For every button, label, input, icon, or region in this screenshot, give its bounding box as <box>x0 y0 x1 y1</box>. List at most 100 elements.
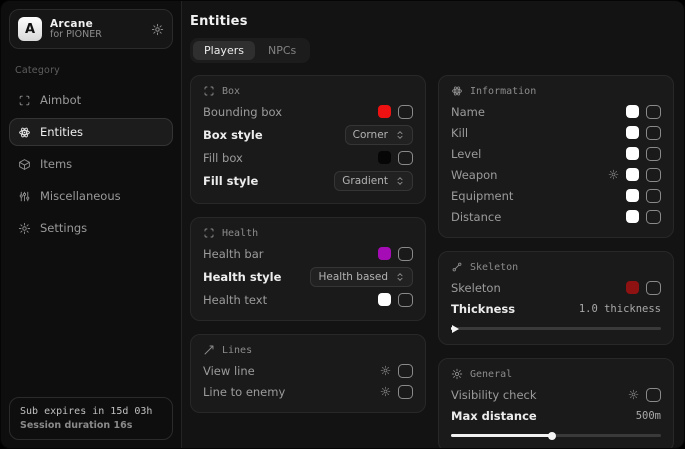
toggle-row-skeleton: Skeleton <box>451 277 661 298</box>
toggle-row-visibility-check: Visibility check <box>451 384 661 405</box>
toggle-row-name: Name <box>451 101 661 122</box>
max-distance-value: 500m <box>636 410 661 422</box>
gear-box-icon <box>451 368 463 380</box>
card-title-label: Information <box>470 86 536 97</box>
checkbox[interactable] <box>398 364 413 378</box>
sidebar: A Arcane for PIONER Category Aimbot <box>1 1 182 448</box>
sidebar-item-items[interactable]: Items <box>9 150 173 178</box>
checkbox[interactable] <box>646 105 661 119</box>
color-swatch[interactable] <box>626 168 639 181</box>
diagonal-line-icon <box>203 344 215 356</box>
sidebar-item-label: Items <box>40 157 72 171</box>
sidebar-item-label: Aimbot <box>40 93 81 107</box>
checkbox[interactable] <box>646 147 661 161</box>
fill-style-dropdown[interactable]: Gradient <box>334 171 413 191</box>
color-swatch[interactable] <box>626 147 639 160</box>
gear-icon[interactable] <box>608 169 619 180</box>
logo-letter: A <box>25 22 35 37</box>
category-label: Category <box>15 65 167 76</box>
toggle-row-bounding-box: Bounding box <box>203 101 413 122</box>
color-swatch[interactable] <box>378 105 391 118</box>
sliders-icon <box>18 190 31 203</box>
sidebar-item-label: Settings <box>40 221 87 235</box>
chevrons-up-down-icon <box>395 176 405 186</box>
checkbox[interactable] <box>398 247 413 261</box>
slider-thumb[interactable] <box>548 432 556 440</box>
brand-card: A Arcane for PIONER <box>9 9 173 49</box>
toggle-row-kill: Kill <box>451 122 661 143</box>
chevrons-up-down-icon <box>395 130 405 140</box>
color-swatch[interactable] <box>626 105 639 118</box>
atom-icon <box>451 85 463 97</box>
toggle-row-line-to-enemy: Line to enemy <box>203 381 413 402</box>
gear-icon <box>18 222 31 235</box>
color-swatch[interactable] <box>378 151 391 164</box>
toggle-row-health-bar: Health bar <box>203 243 413 264</box>
checkbox[interactable] <box>398 151 413 165</box>
card-general: General Visibility check Max distance 50… <box>438 358 674 448</box>
card-box: Box Bounding box Box style Corner <box>190 75 426 204</box>
checkbox[interactable] <box>398 385 413 399</box>
app-window: A Arcane for PIONER Category Aimbot <box>0 0 685 449</box>
checkbox[interactable] <box>646 189 661 203</box>
atom-icon <box>18 126 31 139</box>
tab-npcs[interactable]: NPCs <box>257 41 307 60</box>
gear-icon[interactable] <box>151 23 164 36</box>
card-health: Health Health bar Health style Health ba… <box>190 217 426 321</box>
chevrons-up-down-icon <box>395 272 405 282</box>
gear-icon[interactable] <box>380 386 391 397</box>
session-duration-text: Session duration 16s <box>20 420 162 431</box>
toggle-row-distance: Distance <box>451 206 661 227</box>
toggle-row-view-line: View line <box>203 360 413 381</box>
sidebar-item-miscellaneous[interactable]: Miscellaneous <box>9 182 173 210</box>
gear-icon[interactable] <box>380 365 391 376</box>
card-title-label: Box <box>222 86 240 97</box>
main-content: Entities Players NPCs Box Bounding box <box>182 1 684 448</box>
color-swatch[interactable] <box>626 281 639 294</box>
checkbox[interactable] <box>646 281 661 295</box>
dropdown-row-box-style: Box style Corner <box>203 122 413 147</box>
card-skeleton: Skeleton Skeleton Thickness 1.0 thicknes… <box>438 251 674 345</box>
sidebar-item-aimbot[interactable]: Aimbot <box>9 86 173 114</box>
checkbox[interactable] <box>398 105 413 119</box>
slider-row-thickness: Thickness 1.0 thickness <box>451 298 661 319</box>
checkbox[interactable] <box>646 126 661 140</box>
sidebar-item-label: Miscellaneous <box>40 189 121 203</box>
tab-bar: Players NPCs <box>190 38 310 63</box>
tab-players[interactable]: Players <box>193 41 255 60</box>
color-swatch[interactable] <box>378 247 391 260</box>
gear-icon[interactable] <box>628 389 639 400</box>
checkbox[interactable] <box>646 168 661 182</box>
subscription-status: Sub expires in 15d 03h Session duration … <box>9 397 173 440</box>
color-swatch[interactable] <box>626 126 639 139</box>
checkbox[interactable] <box>398 293 413 307</box>
app-title: Arcane <box>50 18 143 30</box>
toggle-row-weapon: Weapon <box>451 164 661 185</box>
health-brackets-icon <box>203 227 215 239</box>
sidebar-item-entities[interactable]: Entities <box>9 118 173 146</box>
sidebar-item-settings[interactable]: Settings <box>9 214 173 242</box>
health-style-dropdown[interactable]: Health based <box>310 267 413 287</box>
toggle-row-health-text: Health text <box>203 289 413 310</box>
app-subtitle: for PIONER <box>50 30 143 41</box>
box-style-dropdown[interactable]: Corner <box>345 125 413 145</box>
card-title-label: Skeleton <box>470 262 518 273</box>
dropdown-row-health-style: Health style Health based <box>203 264 413 289</box>
card-title-label: Health <box>222 228 258 239</box>
card-title-label: General <box>470 369 512 380</box>
slider-row-max-distance: Max distance 500m <box>451 405 661 426</box>
checkbox[interactable] <box>646 210 661 224</box>
color-swatch[interactable] <box>626 189 639 202</box>
color-swatch[interactable] <box>378 293 391 306</box>
dropdown-row-fill-style: Fill style Gradient <box>203 168 413 193</box>
checkbox[interactable] <box>646 388 661 402</box>
toggle-row-level: Level <box>451 143 661 164</box>
crosshair-scan-icon <box>18 94 31 107</box>
thickness-slider[interactable] <box>451 327 661 330</box>
color-swatch[interactable] <box>626 210 639 223</box>
slider-thumb[interactable] <box>452 325 459 333</box>
bone-icon <box>451 261 463 273</box>
max-distance-slider[interactable] <box>451 434 661 437</box>
cube-icon <box>18 158 31 171</box>
page-title: Entities <box>190 14 674 29</box>
